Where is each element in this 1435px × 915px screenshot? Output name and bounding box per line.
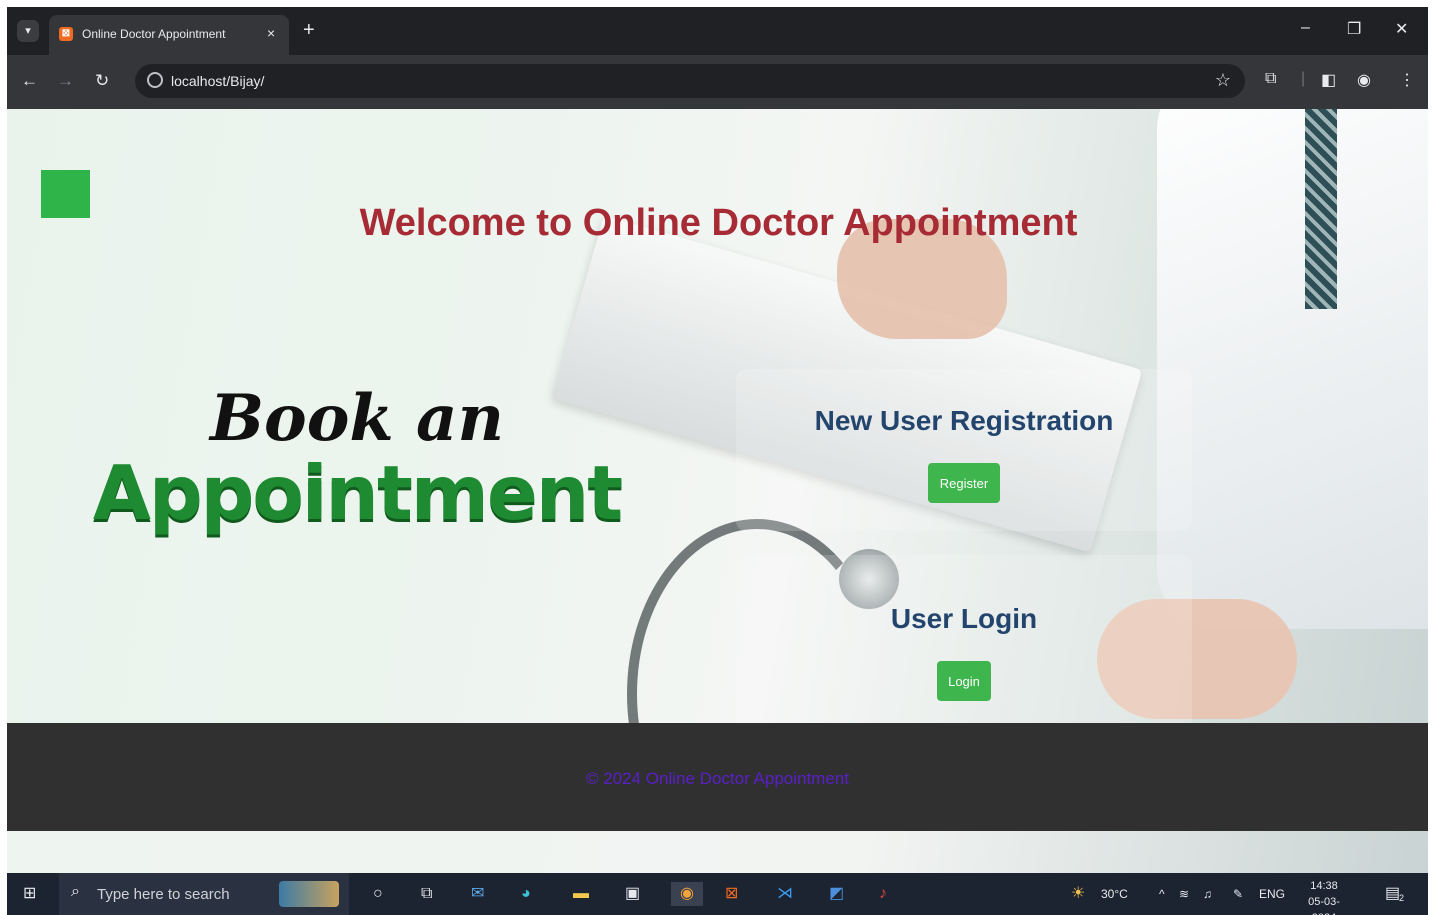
task-view-icon[interactable]: ⧉ [421, 882, 432, 906]
app-icon[interactable]: ◩ [829, 882, 844, 906]
windows-start-icon[interactable]: ⊞ [23, 882, 36, 906]
file-explorer-icon[interactable]: ▬ [573, 882, 589, 906]
tab-search-chevron-icon[interactable]: ▾ [17, 20, 39, 42]
reload-icon[interactable]: ↻ [95, 71, 109, 91]
footer: © 2024 Online Doctor Appointment [7, 723, 1428, 831]
clock-date: 05-03-2024 [1308, 896, 1340, 915]
volume-icon[interactable]: ♫ [1203, 887, 1212, 901]
xampp-favicon-icon: ⊠ [59, 27, 73, 41]
tray-chevron-icon[interactable]: ^ [1159, 887, 1165, 901]
weather-icon[interactable]: ☀ [1071, 883, 1085, 903]
tab-online-doctor[interactable]: ⊠ Online Doctor Appointment × [49, 15, 289, 55]
taskbar-search[interactable]: ⌕ Type here to search [59, 873, 349, 915]
new-tab-button[interactable]: + [303, 19, 315, 41]
menu-kebab-icon[interactable]: ⋮ [1399, 70, 1415, 90]
hero-book-an: Book an [209, 381, 505, 456]
close-window-icon[interactable]: ✕ [1395, 19, 1408, 39]
profile-avatar-icon[interactable]: ◉ [1357, 70, 1371, 90]
page-title: Welcome to Online Doctor Appointment [359, 202, 1078, 244]
bookmark-star-icon[interactable]: ☆ [1215, 70, 1231, 91]
registration-panel: New User Registration Register [736, 369, 1192, 531]
register-button[interactable]: Register [928, 463, 1000, 503]
taskbar: ⊞ ⌕ Type here to search ○ ⧉ ✉ ◕ ▬ ▣ ◉ ⊠ … [7, 873, 1428, 915]
taskbar-search-placeholder: Type here to search [97, 886, 230, 903]
chrome-icon[interactable]: ◉ [671, 882, 703, 906]
notification-count: 2 [1399, 893, 1405, 903]
restore-icon[interactable]: ❐ [1347, 19, 1361, 39]
hero-appointment: Appointment [92, 449, 623, 537]
minimize-icon[interactable]: – [1301, 19, 1310, 37]
pinned-app-icon[interactable]: ♪ [879, 882, 887, 906]
site-info-icon[interactable] [147, 72, 163, 88]
xampp-icon[interactable]: ⊠ [725, 882, 738, 906]
address-bar[interactable]: localhost/Bijay/ ☆ [135, 64, 1245, 98]
page-content: Welcome to Online Doctor Appointment Boo… [7, 109, 1428, 881]
registration-title: New User Registration [814, 405, 1114, 436]
mail-icon[interactable]: ✉ [471, 882, 484, 906]
back-icon[interactable]: ← [21, 71, 38, 91]
tab-title: Online Doctor Appointment [82, 27, 226, 41]
notification-icon[interactable]: ▤ [1385, 883, 1400, 903]
browser-window: ▾ ⊠ Online Doctor Appointment × + – ❐ ✕ … [7, 7, 1428, 915]
login-title: User Login [890, 603, 1038, 634]
taskbar-clock[interactable]: 14:38 05-03-2024 [1297, 878, 1351, 915]
browser-toolbar: ← → ↻ localhost/Bijay/ ☆ ⧉ | ◧ ◉ ⋮ [7, 55, 1428, 109]
language-indicator[interactable]: ENG [1259, 887, 1285, 901]
store-icon[interactable]: ▣ [625, 882, 640, 906]
cortana-icon[interactable]: ○ [373, 882, 383, 906]
side-panel-icon[interactable]: ◧ [1321, 70, 1336, 90]
search-highlight-image [279, 881, 339, 907]
tab-strip: ▾ ⊠ Online Doctor Appointment × + – ❐ ✕ [7, 7, 1428, 55]
doctor-coat-image [1157, 109, 1428, 629]
vscode-icon[interactable]: ⋊ [777, 882, 793, 906]
url-text[interactable]: localhost/Bijay/ [171, 73, 264, 89]
weather-temp[interactable]: 30°C [1101, 887, 1128, 901]
footer-copyright: © 2024 Online Doctor Appointment [586, 769, 849, 788]
pen-icon[interactable]: ✎ [1233, 887, 1243, 901]
forward-icon[interactable]: → [57, 71, 74, 91]
edge-icon[interactable]: ◕ [521, 882, 531, 906]
login-panel: User Login Login [736, 555, 1192, 731]
login-button[interactable]: Login [937, 661, 991, 701]
toolbar-divider: | [1301, 70, 1306, 87]
extensions-icon[interactable]: ⧉ [1265, 70, 1276, 88]
search-icon: ⌕ [71, 883, 80, 900]
page-title-wrap: Welcome to Online Doctor Appointment [7, 202, 1428, 245]
tab-close-icon[interactable]: × [267, 25, 275, 41]
clock-time: 14:38 [1310, 880, 1338, 892]
network-icon[interactable]: ≋ [1179, 887, 1189, 901]
